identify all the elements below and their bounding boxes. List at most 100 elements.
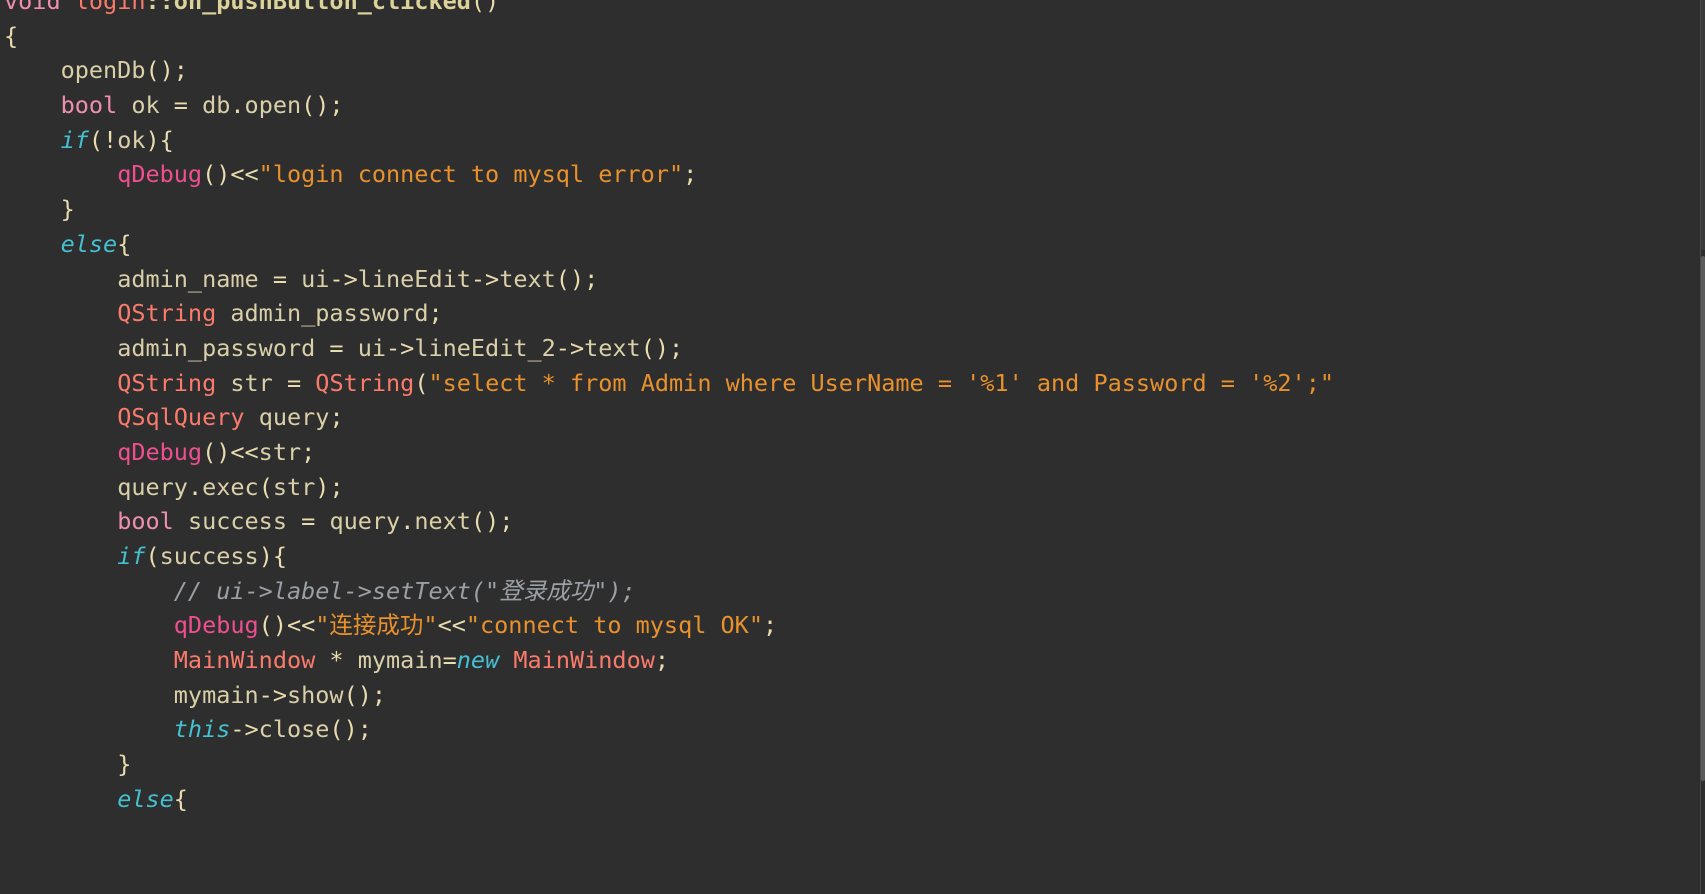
code-token: -> <box>258 680 287 709</box>
line-close-brace-2[interactable]: } <box>0 747 1705 782</box>
line-this-close[interactable]: this->close(); <box>0 712 1705 747</box>
code-token: . <box>400 507 415 536</box>
code-token: . <box>230 91 245 120</box>
code-token: * <box>329 646 344 675</box>
code-token: bool <box>60 91 118 120</box>
line-close-brace-1[interactable]: } <box>0 192 1705 227</box>
code-token: = <box>286 507 330 536</box>
code-token: (); <box>301 91 344 120</box>
code-token: << <box>437 611 466 640</box>
line-admin-password-assign[interactable]: admin_password = ui->lineEdit_2->text(); <box>0 331 1705 366</box>
code-token: open <box>244 91 302 120</box>
line-mymain-show[interactable]: mymain->show(); <box>0 678 1705 713</box>
code-token: show <box>286 680 344 709</box>
line-bool-success[interactable]: bool success = query.next(); <box>0 504 1705 539</box>
code-token: query <box>258 403 330 432</box>
line-qstring-admin-password[interactable]: QString admin_password; <box>0 296 1705 331</box>
code-token: MainWindow <box>173 646 316 675</box>
line-bool-ok[interactable]: bool ok = db.open(); <box>0 88 1705 123</box>
code-token: qDebug <box>117 437 203 466</box>
code-token: void <box>4 0 61 15</box>
code-token: ::on_pushButton_clicked <box>145 0 471 15</box>
code-token: { <box>173 784 188 813</box>
code-token: (); <box>329 715 372 744</box>
vertical-scrollbar-divider <box>1700 0 1701 894</box>
code-token: ){ <box>258 542 287 570</box>
code-token: "select * from Admin where UserName = '%… <box>428 368 1334 397</box>
code-content[interactable]: void login::on_pushButton_clicked(){ ope… <box>0 0 1705 817</box>
code-token: db <box>202 91 231 120</box>
code-token: this <box>173 715 231 744</box>
code-token: (); <box>343 680 387 709</box>
code-token: = <box>315 333 358 362</box>
line-comment-settext[interactable]: // ui->label->setText("登录成功"); <box>0 574 1705 609</box>
code-token: ; <box>683 160 698 189</box>
code-token: qDebug <box>117 160 203 189</box>
code-token: QString <box>117 368 217 397</box>
code-token: { <box>4 21 19 50</box>
code-token: success <box>187 507 287 536</box>
line-else-1[interactable]: else{ <box>0 227 1705 262</box>
code-token: -> <box>555 333 585 362</box>
code-token: -> <box>386 333 415 362</box>
code-token: qDebug <box>173 611 259 640</box>
line-query-exec[interactable]: query.exec(str); <box>0 470 1705 505</box>
code-token: QSqlQuery <box>117 403 245 432</box>
line-open-brace[interactable]: { <box>0 19 1705 54</box>
code-editor-viewport[interactable]: void login::on_pushButton_clicked(){ ope… <box>0 0 1705 894</box>
code-token: QString <box>117 299 217 328</box>
code-token: ){ <box>145 125 174 154</box>
line-opendb[interactable]: openDb(); <box>0 53 1705 88</box>
code-token: "连接成功" <box>315 611 438 640</box>
line-signature[interactable]: void login::on_pushButton_clicked() <box>0 0 1705 19</box>
line-if-success[interactable]: if(success){ <box>0 539 1705 574</box>
code-token: login <box>74 0 146 15</box>
code-token: ( <box>414 368 429 397</box>
code-token: ui <box>357 333 387 362</box>
code-token: // ui->label->setText("登录成功"); <box>173 576 636 605</box>
line-mainwindow-new[interactable]: MainWindow * mymain=new MainWindow; <box>0 643 1705 678</box>
code-token: else <box>60 229 118 258</box>
line-admin-name[interactable]: admin_name = ui->lineEdit->text(); <box>0 262 1705 297</box>
code-token: ; <box>654 646 670 675</box>
vertical-scrollbar-thumb[interactable] <box>1701 256 1705 781</box>
code-token: -> <box>230 715 259 744</box>
line-if-not-ok[interactable]: if(!ok){ <box>0 123 1705 158</box>
code-token: ); <box>315 472 344 501</box>
code-token: else <box>117 784 174 813</box>
line-qsqlquery[interactable]: QSqlQuery query; <box>0 400 1705 435</box>
code-token: = <box>159 91 203 120</box>
code-token: next <box>414 507 471 536</box>
line-qdebug-error[interactable]: qDebug()<<"login connect to mysql error"… <box>0 157 1705 192</box>
line-qdebug-str[interactable]: qDebug()<<str; <box>0 435 1705 470</box>
code-token: -> <box>470 264 500 293</box>
code-token: admin_password <box>230 299 429 328</box>
line-else-2[interactable]: else{ <box>0 782 1705 817</box>
code-token: query <box>117 472 188 501</box>
code-token: ui <box>301 264 330 293</box>
code-token: (); <box>470 507 514 536</box>
line-sql-string[interactable]: QString str = QString("select * from Adm… <box>0 366 1705 401</box>
code-token: if <box>117 542 146 570</box>
code-token: ()<< <box>258 611 316 640</box>
code-token: } <box>117 750 132 779</box>
code-token: { <box>117 229 132 258</box>
line-qdebug-success[interactable]: qDebug()<<"连接成功"<<"connect to mysql OK"; <box>0 608 1705 643</box>
code-token: = <box>442 646 457 675</box>
code-token: . <box>187 472 203 501</box>
